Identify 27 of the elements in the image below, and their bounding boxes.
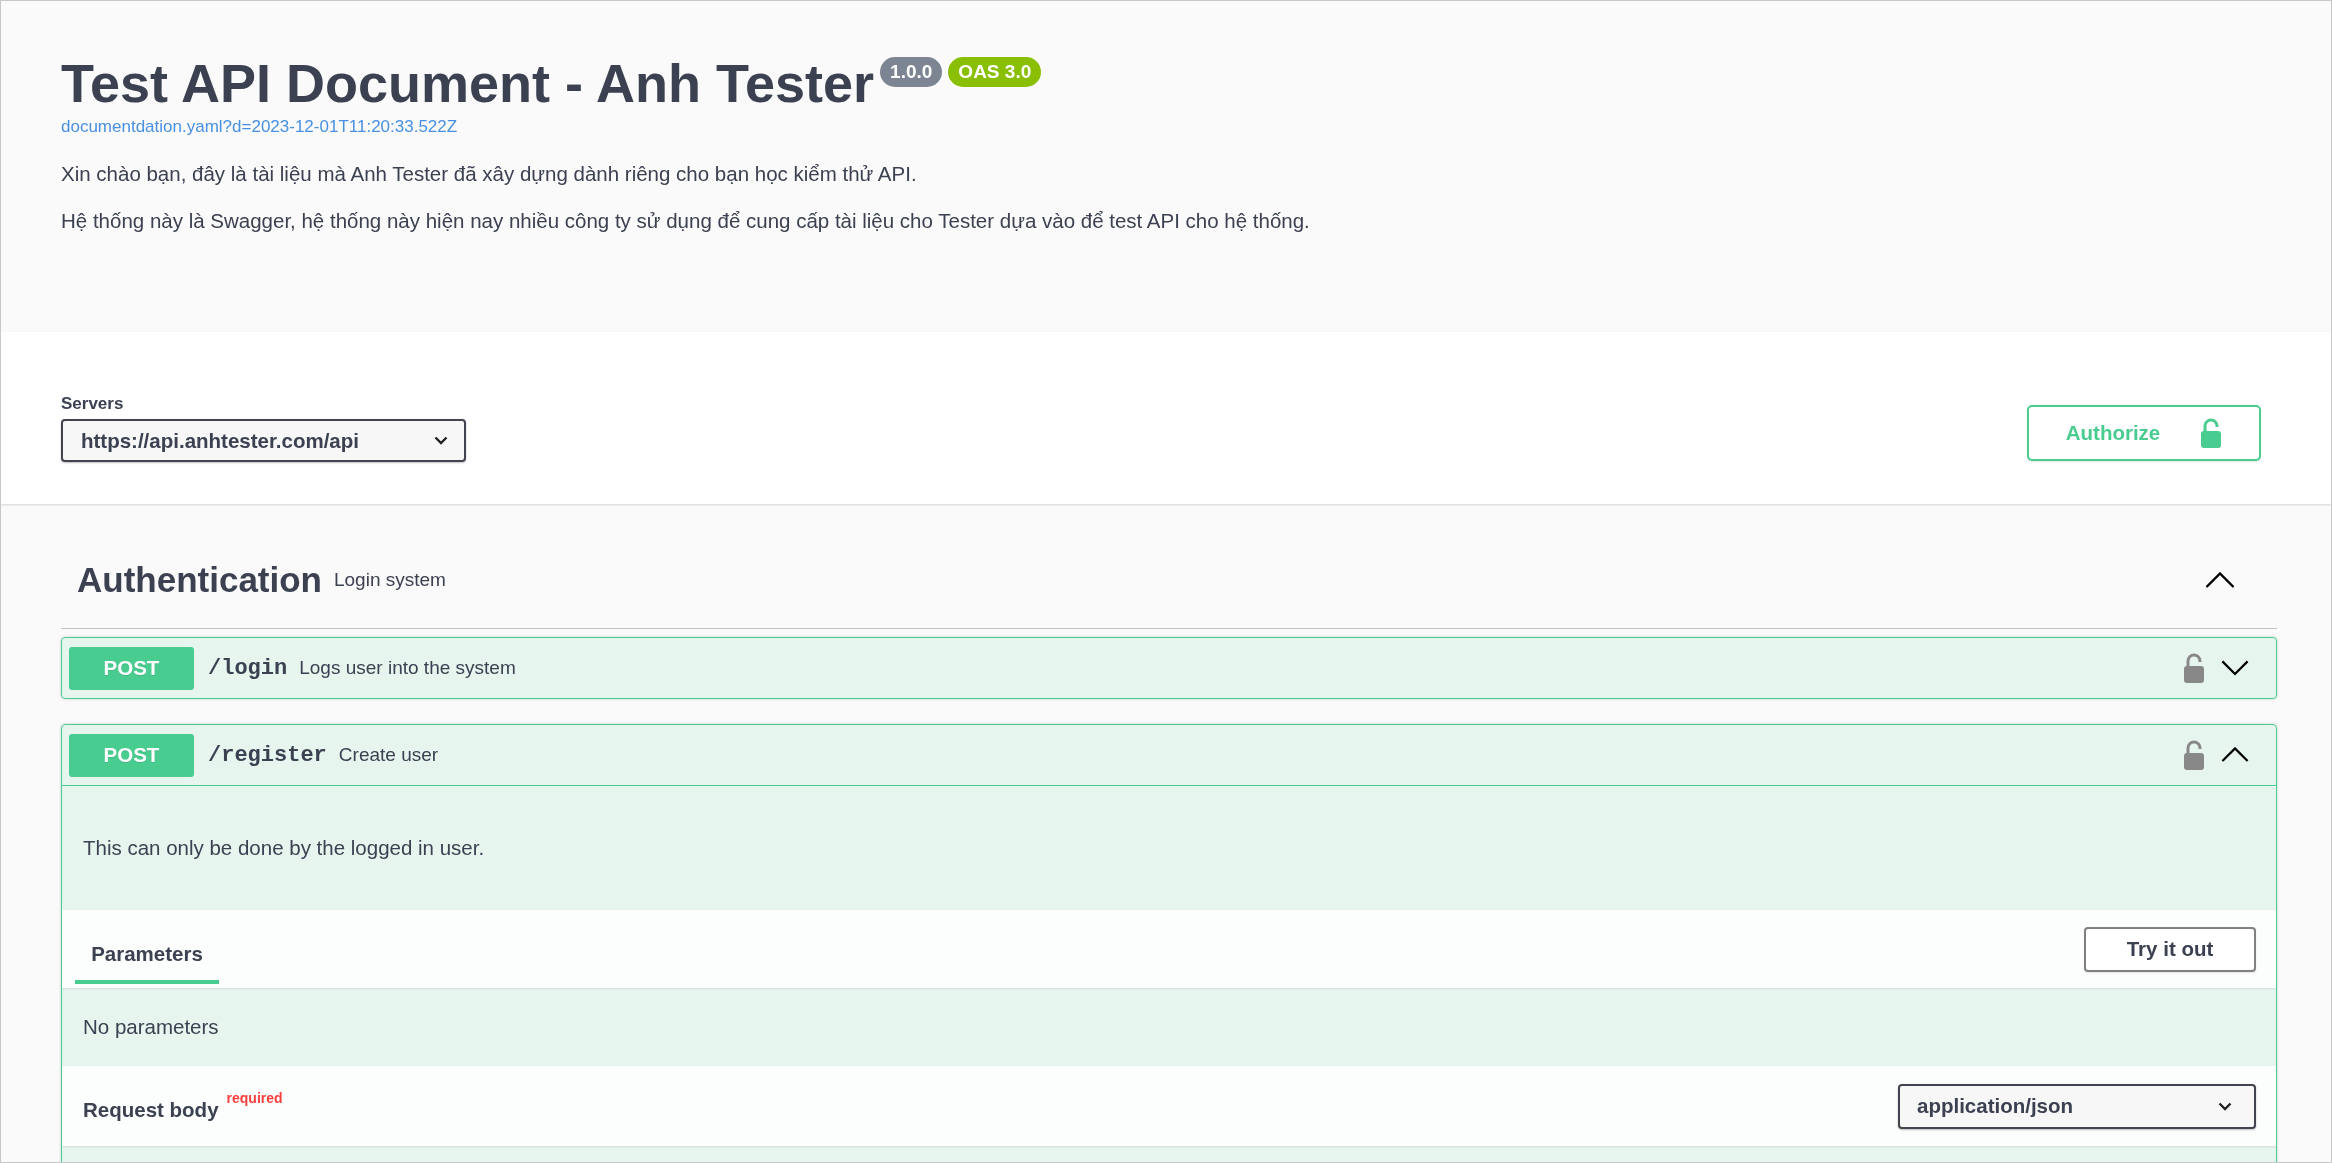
content-type-select[interactable]: application/json — [1898, 1083, 2256, 1129]
page-title: Test API Document - Anh Tester — [61, 52, 875, 115]
endpoint-path[interactable]: /register — [208, 742, 327, 768]
oas-badge: OAS 3.0 — [948, 57, 1042, 87]
server-select[interactable]: https://api.anhtester.com/api — [61, 419, 466, 462]
endpoint-path[interactable]: /login — [208, 655, 288, 681]
caret-icon — [2218, 1101, 2232, 1111]
endpoint-summary: Logs user into the system — [299, 657, 517, 679]
try-it-out-button[interactable]: Try it out — [2084, 926, 2256, 972]
version-badge: 1.0.0 — [880, 57, 943, 87]
no-parameters-text: No parameters — [83, 1015, 219, 1039]
chevron-down-icon[interactable] — [2221, 660, 2249, 676]
operation-description: This can only be done by the logged in user. — [83, 836, 485, 860]
method-badge: POST — [69, 733, 194, 777]
parameters-tab[interactable]: Parameters — [75, 910, 219, 984]
section-description: Login system — [334, 569, 447, 591]
servers-label: Servers — [61, 394, 125, 414]
chevron-up-icon[interactable] — [2205, 571, 2235, 589]
description-text: Hệ thống này là Swagger, hệ thống này hiện nay nhiều công ty sử dụng để cung cấp tài liệu cho Tester dựa vào để test API cho hệ thống. — [61, 210, 1311, 232]
section-title[interactable]: Authentication — [77, 560, 322, 600]
chevron-up-icon[interactable] — [2221, 747, 2249, 763]
caret-icon — [434, 436, 448, 445]
required-label: required — [226, 1090, 283, 1106]
method-badge: POST — [69, 646, 194, 690]
endpoint-summary: Create user — [338, 744, 440, 766]
request-body-label: Request body — [83, 1098, 219, 1122]
description-text: Xin chào bạn, đây là tài liệu mà Anh Tester đã xây dựng dành riêng cho bạn học kiểm thử API. — [61, 163, 918, 185]
